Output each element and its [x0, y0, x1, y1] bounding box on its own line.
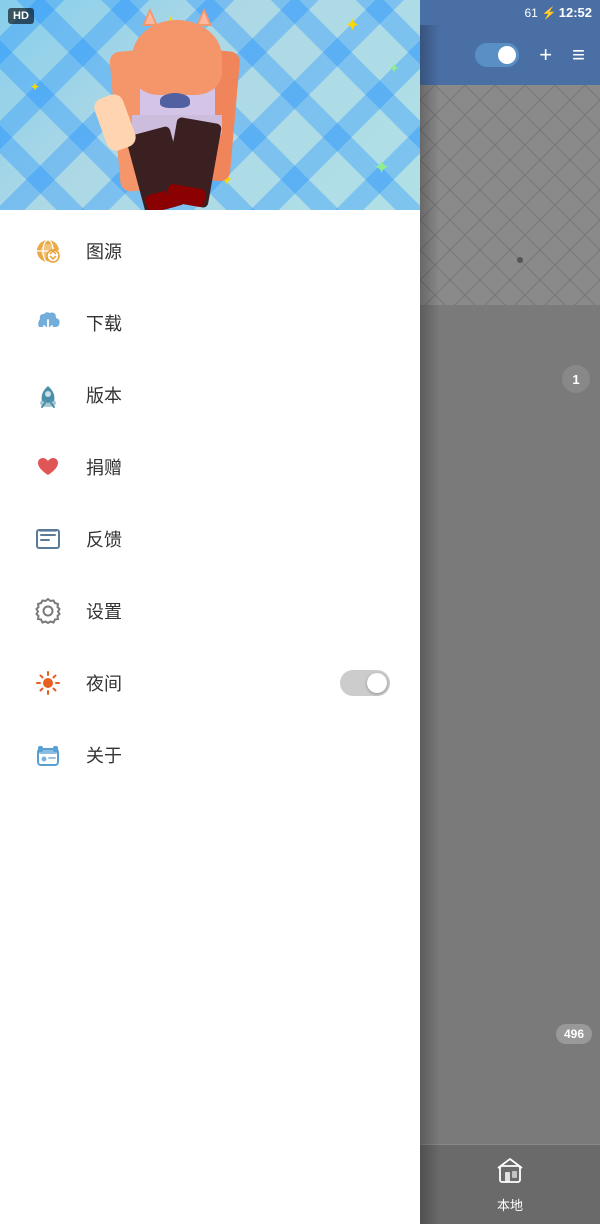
- drawer-panel: ✦ ✦ ✦ ✦ ✦ ✦: [0, 0, 420, 1224]
- diamond-bg: [420, 85, 600, 305]
- menu-icon[interactable]: ≡: [572, 42, 585, 68]
- menu-item-donate[interactable]: 捐赠: [0, 431, 420, 503]
- badge-count-1: 1: [562, 365, 590, 393]
- donate-label: 捐赠: [86, 454, 390, 480]
- char-hair-top: [132, 20, 222, 95]
- drawer-banner: ✦ ✦ ✦ ✦ ✦ ✦: [0, 0, 420, 210]
- menu-item-download[interactable]: 下载: [0, 287, 420, 359]
- status-bar: 61 ⚡ 12:52: [420, 0, 600, 25]
- about-label: 关于: [86, 742, 390, 768]
- download-icon: [30, 305, 66, 341]
- clock: 12:52: [559, 5, 592, 20]
- feedback-label: 反馈: [86, 526, 390, 552]
- sparkle-icon: ✦: [30, 80, 40, 94]
- badge-count-496: 496: [556, 1024, 592, 1044]
- att-label-area: [420, 1141, 600, 1224]
- menu-item-source[interactable]: 图源: [0, 215, 420, 287]
- battery-indicator: 61: [524, 6, 537, 20]
- menu-item-about[interactable]: 关于: [0, 719, 420, 791]
- lightning-icon: ⚡: [542, 6, 557, 20]
- source-icon: [30, 233, 66, 269]
- about-icon: [30, 737, 66, 773]
- right-content: 1 496: [420, 85, 600, 1144]
- settings-label: 设置: [86, 598, 390, 624]
- hd-label: HD: [8, 8, 34, 24]
- right-panel: 61 ⚡ 12:52 + ≡ 1 496: [420, 0, 600, 1224]
- version-label: 版本: [86, 382, 390, 408]
- nightmode-toggle[interactable]: [340, 670, 390, 696]
- settings-icon: [30, 593, 66, 629]
- diamond-pattern-svg: [420, 85, 600, 305]
- donate-icon: [30, 449, 66, 485]
- right-header: + ≡: [420, 25, 600, 85]
- nightmode-label: 夜间: [86, 670, 340, 696]
- menu-item-feedback[interactable]: 反馈: [0, 503, 420, 575]
- menu-item-version[interactable]: 版本: [0, 359, 420, 431]
- add-icon[interactable]: +: [539, 42, 552, 68]
- feedback-icon: [30, 521, 66, 557]
- source-label: 图源: [86, 238, 390, 264]
- menu-item-nightmode[interactable]: 夜间: [0, 647, 420, 719]
- sparkle-icon: ✦: [345, 15, 360, 36]
- menu-list: 图源 下载 版本 捐赠 反馈 设置: [0, 210, 420, 1224]
- header-toggle[interactable]: [475, 43, 519, 67]
- sparkle-icon: ✦: [373, 155, 390, 180]
- sparkle-icon: ✦: [388, 60, 400, 77]
- char-bow: [160, 93, 190, 108]
- nightmode-icon: [30, 665, 66, 701]
- character-art: [40, 0, 320, 210]
- version-icon: [30, 377, 66, 413]
- menu-item-settings[interactable]: 设置: [0, 575, 420, 647]
- download-label: 下载: [86, 310, 390, 336]
